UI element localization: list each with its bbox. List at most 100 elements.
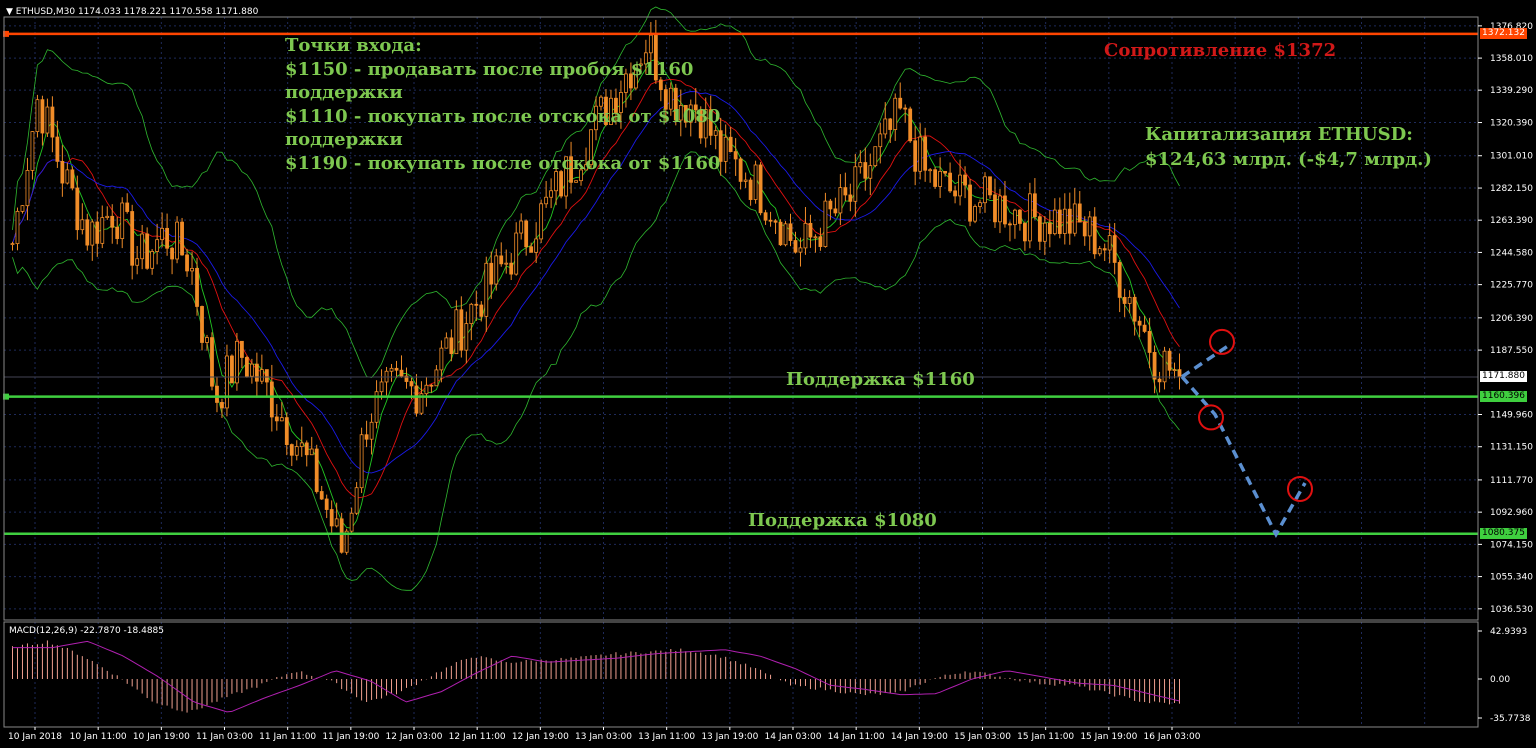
time-tick-label: 10 Jan 2018 (8, 732, 62, 742)
price-tick-label: 1358.010 (1490, 54, 1533, 64)
candle-body (534, 238, 539, 253)
entry-line: поддержки (285, 129, 403, 151)
candle-body (190, 267, 194, 272)
time-tick-label: 14 Jan 19:00 (891, 732, 948, 742)
candle-body (1137, 320, 1142, 326)
macd-tick-label: -35.7738 (1490, 714, 1531, 724)
candle-body (1062, 208, 1067, 234)
entry-circle (1287, 475, 1313, 502)
candle-body (1087, 216, 1092, 237)
candle-body (115, 226, 120, 239)
candle-body (1013, 209, 1017, 226)
candle-body (1023, 223, 1027, 242)
candle-body (254, 363, 259, 382)
candle-body (828, 200, 833, 210)
candle-body (1082, 221, 1087, 237)
candle-body (105, 215, 110, 219)
candle-body (868, 165, 873, 179)
entry-line: Точки входа: (285, 35, 422, 56)
time-tick-label: 14 Jan 03:00 (765, 732, 822, 742)
time-tick-label: 12 Jan 19:00 (512, 732, 569, 742)
chart-window[interactable]: 1376.8201358.0101339.2901320.3901301.010… (0, 0, 1536, 748)
candle-body (494, 255, 499, 285)
candle-body (1142, 324, 1147, 332)
symbol-label: ETHUSD,M30 (15, 7, 76, 17)
candle-body (723, 136, 728, 162)
candle-body (938, 170, 943, 187)
candle-body (314, 448, 319, 492)
candle-body (299, 442, 304, 448)
candle-body (339, 518, 344, 553)
cap-line: Капитализация ETHUSD: (1145, 124, 1413, 145)
candle-body (539, 203, 544, 240)
candle-body (843, 187, 848, 196)
time-tick-label: 11 Jan 11:00 (259, 732, 316, 742)
forecast-path (1180, 328, 1313, 539)
price-tick-label: 1244.580 (1490, 248, 1533, 258)
candle-body (329, 509, 334, 527)
candle-body (888, 118, 893, 130)
candle-body (948, 172, 952, 192)
candle-body (858, 162, 863, 168)
candle-body (444, 337, 449, 349)
entry-line: $1190 - покупать после отскока от $1160 (285, 152, 721, 174)
candle-body (1092, 216, 1097, 255)
candle-body (389, 367, 394, 372)
candle-body (763, 212, 768, 221)
candle-body (953, 190, 957, 197)
candle-body (100, 217, 105, 244)
candle-body (464, 323, 469, 351)
candle-body (1027, 193, 1032, 242)
candle-body (793, 240, 798, 253)
candle-body (1157, 378, 1162, 383)
candle-body (1032, 193, 1037, 218)
price-tick-label: 1092.960 (1490, 508, 1533, 518)
forecast-break-down (1180, 375, 1307, 539)
candle-body (544, 196, 549, 205)
candle-body (334, 518, 339, 527)
candle-body (863, 162, 868, 179)
candle-body (369, 421, 374, 440)
candle-body (304, 442, 309, 456)
candle-body (230, 355, 234, 384)
collapse-arrow-icon[interactable]: ▼ (6, 7, 13, 17)
candle-body (753, 164, 758, 200)
candle-body (55, 136, 60, 162)
candle-body (324, 498, 329, 510)
candle-body (484, 262, 489, 317)
chart-header: ▼ ETHUSD,M30 1174.033 1178.221 1170.558 … (6, 7, 258, 17)
price-tick-label: 1225.770 (1490, 281, 1533, 291)
candle-body (489, 262, 494, 285)
candle-body (549, 190, 554, 198)
candle-body (1117, 262, 1122, 298)
candle-body (125, 202, 130, 212)
candle-body (803, 222, 808, 249)
candle-body (1003, 195, 1007, 225)
candle-body (225, 355, 229, 409)
candle-body (249, 363, 254, 377)
candle-body (524, 220, 529, 248)
candle-body (918, 136, 923, 172)
candle-body (15, 210, 20, 245)
entry-line: $1110 - покупать после отскока от $1080 (285, 105, 721, 127)
price-tick-label: 1263.390 (1490, 216, 1533, 226)
candle-body (319, 491, 324, 500)
candle-body (898, 97, 903, 109)
price-tick-label: 1111.770 (1490, 476, 1533, 486)
ohlc-values: 1174.033 1178.221 1170.558 1171.880 (77, 7, 259, 17)
price-marker: 1160.396 (1480, 391, 1527, 403)
candle-body (733, 151, 738, 160)
time-tick-label: 13 Jan 11:00 (638, 732, 695, 742)
time-tick-label: 16 Jan 03:00 (1144, 732, 1201, 742)
candle-body (60, 160, 65, 184)
candle-body (833, 208, 838, 214)
candle-body (1167, 350, 1172, 371)
candle-body (1132, 296, 1137, 322)
candle-body (10, 243, 15, 246)
candle-body (180, 221, 184, 256)
candle-body (983, 176, 987, 204)
candle-body (459, 309, 464, 351)
candle-body (1037, 216, 1042, 242)
candle-body (529, 246, 534, 253)
price-marker: 1372.132 (1480, 28, 1527, 40)
